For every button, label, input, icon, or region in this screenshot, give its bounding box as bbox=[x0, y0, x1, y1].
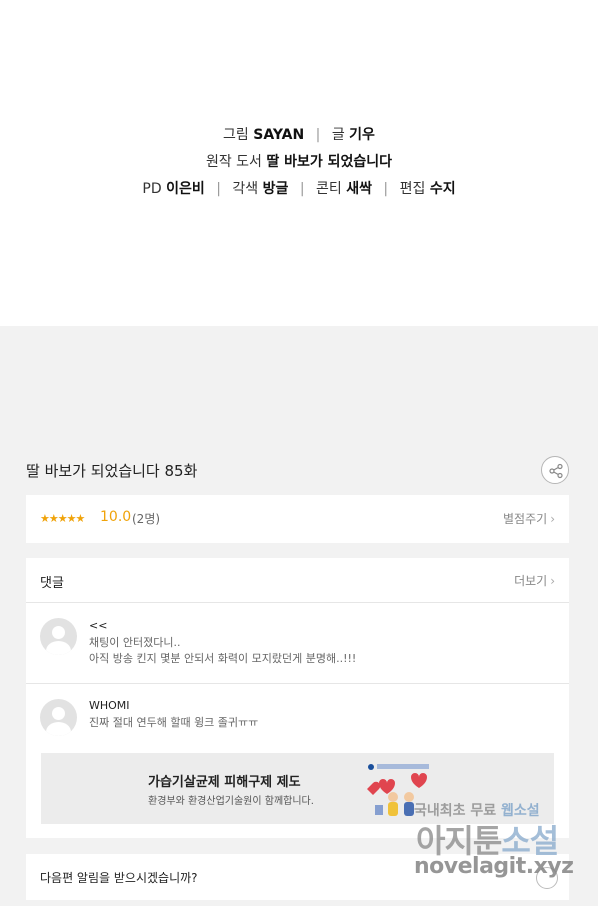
comments-header: 댓글 더보기 › bbox=[26, 558, 569, 603]
credits-section: 그림 SAYAN | 글 기우 원작 도서 딸 바보가 되었습니다 PD 이은비… bbox=[0, 0, 598, 326]
comment-text-line: 채팅이 안터졌다니.. bbox=[89, 636, 181, 649]
credit-value: 방글 bbox=[262, 181, 289, 197]
credit-label: PD bbox=[142, 181, 162, 197]
credit-value: 딸 바보가 되었습니다 bbox=[266, 154, 393, 170]
comments-title: 댓글 bbox=[40, 576, 64, 591]
credit-separator: | bbox=[216, 181, 221, 197]
credit-line-original: 원작 도서 딸 바보가 되었습니다 bbox=[0, 151, 598, 171]
rate-button[interactable]: 별점주기 › bbox=[503, 510, 555, 527]
avatar-body-shape bbox=[46, 641, 71, 655]
share-button[interactable] bbox=[541, 456, 569, 484]
avatar bbox=[40, 699, 77, 736]
credit-separator: | bbox=[383, 181, 389, 197]
rating-card: ★★★★★ 10.0 (2명) 별점주기 › bbox=[26, 495, 569, 543]
notify-question: 다음편 알림을 받으시겠습니까? bbox=[40, 871, 198, 885]
chevron-right-icon: › bbox=[550, 574, 555, 588]
watermark-domain: novelagit.xyz bbox=[414, 854, 574, 879]
credit-value: 수지 bbox=[429, 181, 456, 197]
credit-label: 그림 bbox=[223, 127, 249, 143]
comment-text-line: 아직 방송 킨지 몇분 안되서 화력이 모지랐던게 분명해..!!! bbox=[89, 652, 357, 665]
credit-value: 새싹 bbox=[346, 181, 372, 197]
comments-more-button[interactable]: 더보기 › bbox=[514, 572, 555, 589]
watermark-logo: 국내최초 무료 웹소설 아지툰소설 novelagit.xyz bbox=[410, 800, 590, 890]
comment-text: 진짜 절대 연두해 할때 윙크 졸귀ㅠㅠ bbox=[89, 715, 258, 731]
share-icon bbox=[549, 463, 563, 479]
ad-subtitle: 환경부와 환경산업기술원이 함께합니다. bbox=[148, 796, 314, 807]
comments-card: 댓글 더보기 › << 채팅이 안터졌다니.. 아직 방송 킨지 몇분 안되서 화… bbox=[26, 558, 569, 838]
chevron-right-icon: › bbox=[550, 512, 555, 526]
ad-title: 가습기살균제 피해구제 제도 bbox=[148, 775, 301, 790]
comment-text: 채팅이 안터졌다니.. 아직 방송 킨지 몇분 안되서 화력이 모지랐던게 분명… bbox=[89, 635, 356, 667]
rating-count: (2명) bbox=[132, 512, 161, 526]
credit-separator: | bbox=[299, 181, 305, 197]
comment-nickname: WHOMI bbox=[89, 699, 130, 712]
credit-line-staff: PD 이은비 | 각색 방글 | 콘티 새싹 | 편집 수지 bbox=[0, 178, 598, 198]
comment-nickname: << bbox=[89, 619, 108, 632]
rating-score: 10.0 bbox=[100, 509, 132, 525]
credit-value: 이은비 bbox=[166, 181, 205, 197]
episode-title: 딸 바보가 되었습니다 85화 bbox=[26, 462, 198, 480]
credit-separator: | bbox=[315, 127, 321, 143]
comment-text-line: 진짜 절대 연두해 할때 윙크 졸귀ㅠㅠ bbox=[89, 716, 259, 729]
avatar-head-shape bbox=[52, 707, 65, 720]
comments-more-label: 더보기 bbox=[514, 574, 548, 588]
credit-value: SAYAN bbox=[253, 127, 305, 143]
avatar-head-shape bbox=[52, 626, 65, 639]
rate-button-label: 별점주기 bbox=[503, 512, 548, 526]
comment-item: << 채팅이 안터졌다니.. 아직 방송 킨지 몇분 안되서 화력이 모지랐던게… bbox=[26, 604, 569, 684]
credit-line-art-story: 그림 SAYAN | 글 기우 bbox=[0, 124, 598, 144]
comment-item: WHOMI 진짜 절대 연두해 할때 윙크 졸귀ㅠㅠ bbox=[26, 685, 569, 745]
avatar-body-shape bbox=[46, 722, 71, 736]
credit-label: 각색 bbox=[232, 181, 259, 197]
credit-label: 편집 bbox=[399, 181, 426, 197]
credit-label: 글 bbox=[331, 127, 345, 143]
credit-label: 원작 도서 bbox=[205, 154, 262, 170]
credit-label: 콘티 bbox=[315, 181, 342, 197]
credit-value: 기우 bbox=[349, 127, 375, 143]
rating-stars: ★★★★★ bbox=[40, 512, 85, 525]
avatar bbox=[40, 618, 77, 655]
